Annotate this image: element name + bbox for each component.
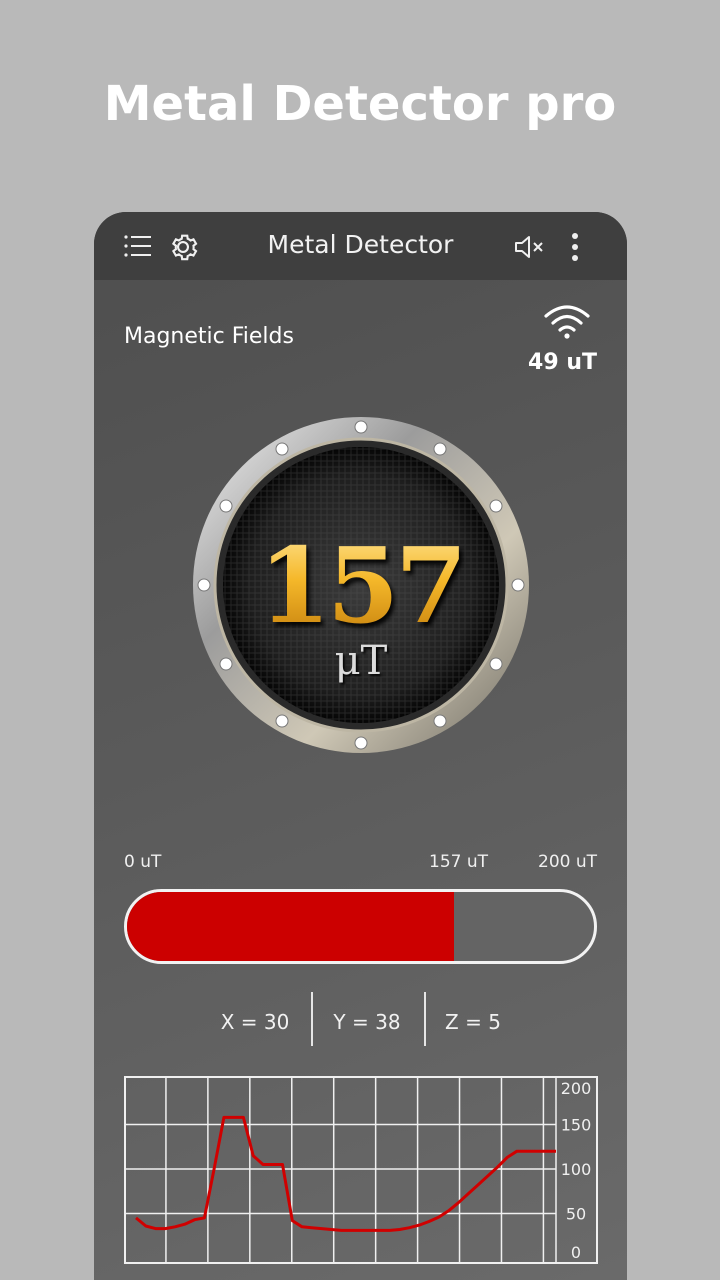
dial-value: 157 [192,524,530,647]
x-axis-value: X = 30 [220,1010,290,1034]
z-axis-value: Z = 5 [445,1010,501,1034]
promo-title: Metal Detector pro [103,76,617,132]
signal-value: 49 uT [528,350,597,375]
axis-readouts: X = 30 Y = 38 Z = 5 [94,992,627,1047]
y-tick-label: 0 [571,1243,581,1262]
scale-current-label: 157 uT [429,852,489,872]
y-tick-label: 50 [566,1205,586,1224]
y-tick-label: 200 [561,1079,592,1098]
field-history-chart: 200 150 100 50 0 [124,1076,598,1266]
wifi-signal-icon [543,304,591,340]
scale-max-label: 200 uT [538,852,598,872]
meter-dial: 157 μT [192,416,530,754]
app-screen: Metal Detector Magnetic Fields 49 uT 157… [94,212,627,1280]
y-tick-label: 100 [561,1160,592,1179]
chart-frame [124,1076,598,1264]
dial-unit: μT [334,638,388,684]
speaker-mute-icon[interactable] [512,230,546,264]
field-strength-bar [124,889,597,964]
chart-svg: 200 150 100 50 0 [124,1076,598,1264]
toolbar-title: Metal Detector [267,230,454,259]
app-toolbar: Metal Detector [94,212,627,280]
scale-min-label: 0 uT [124,852,162,872]
y-tick-label: 150 [561,1116,592,1135]
magnetic-fields-label: Magnetic Fields [124,324,294,349]
field-strength-fill [127,892,454,961]
y-axis-value: Y = 38 [333,1010,401,1034]
more-vertical-icon[interactable] [558,230,592,264]
